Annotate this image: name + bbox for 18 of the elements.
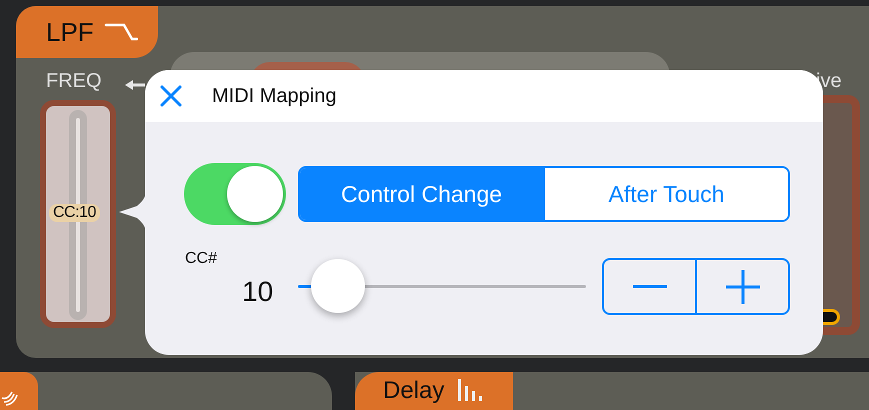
- bars-icon: [456, 377, 484, 401]
- freq-label: FREQ: [46, 70, 102, 93]
- slider-thumb[interactable]: [311, 259, 366, 313]
- cc-label: CC#: [185, 250, 218, 268]
- close-icon[interactable]: [160, 85, 182, 107]
- left-arrow-icon: [124, 78, 146, 92]
- plus-icon: [726, 270, 760, 304]
- segment-tab[interactable]: Control Change: [300, 168, 543, 220]
- popover-title: MIDI Mapping: [212, 84, 336, 108]
- segment-tab[interactable]: After Touch: [543, 168, 788, 220]
- filter-tab[interactable]: LPF: [16, 6, 158, 58]
- delay-tab[interactable]: Delay: [355, 372, 513, 410]
- cc-badge[interactable]: CC:10: [49, 204, 100, 222]
- lowpass-curve-icon: [104, 22, 138, 42]
- vertical-slider[interactable]: CC:10: [40, 100, 116, 328]
- enable-toggle[interactable]: [184, 163, 286, 225]
- minus-icon: [632, 284, 666, 288]
- cc-value: 10: [242, 276, 274, 308]
